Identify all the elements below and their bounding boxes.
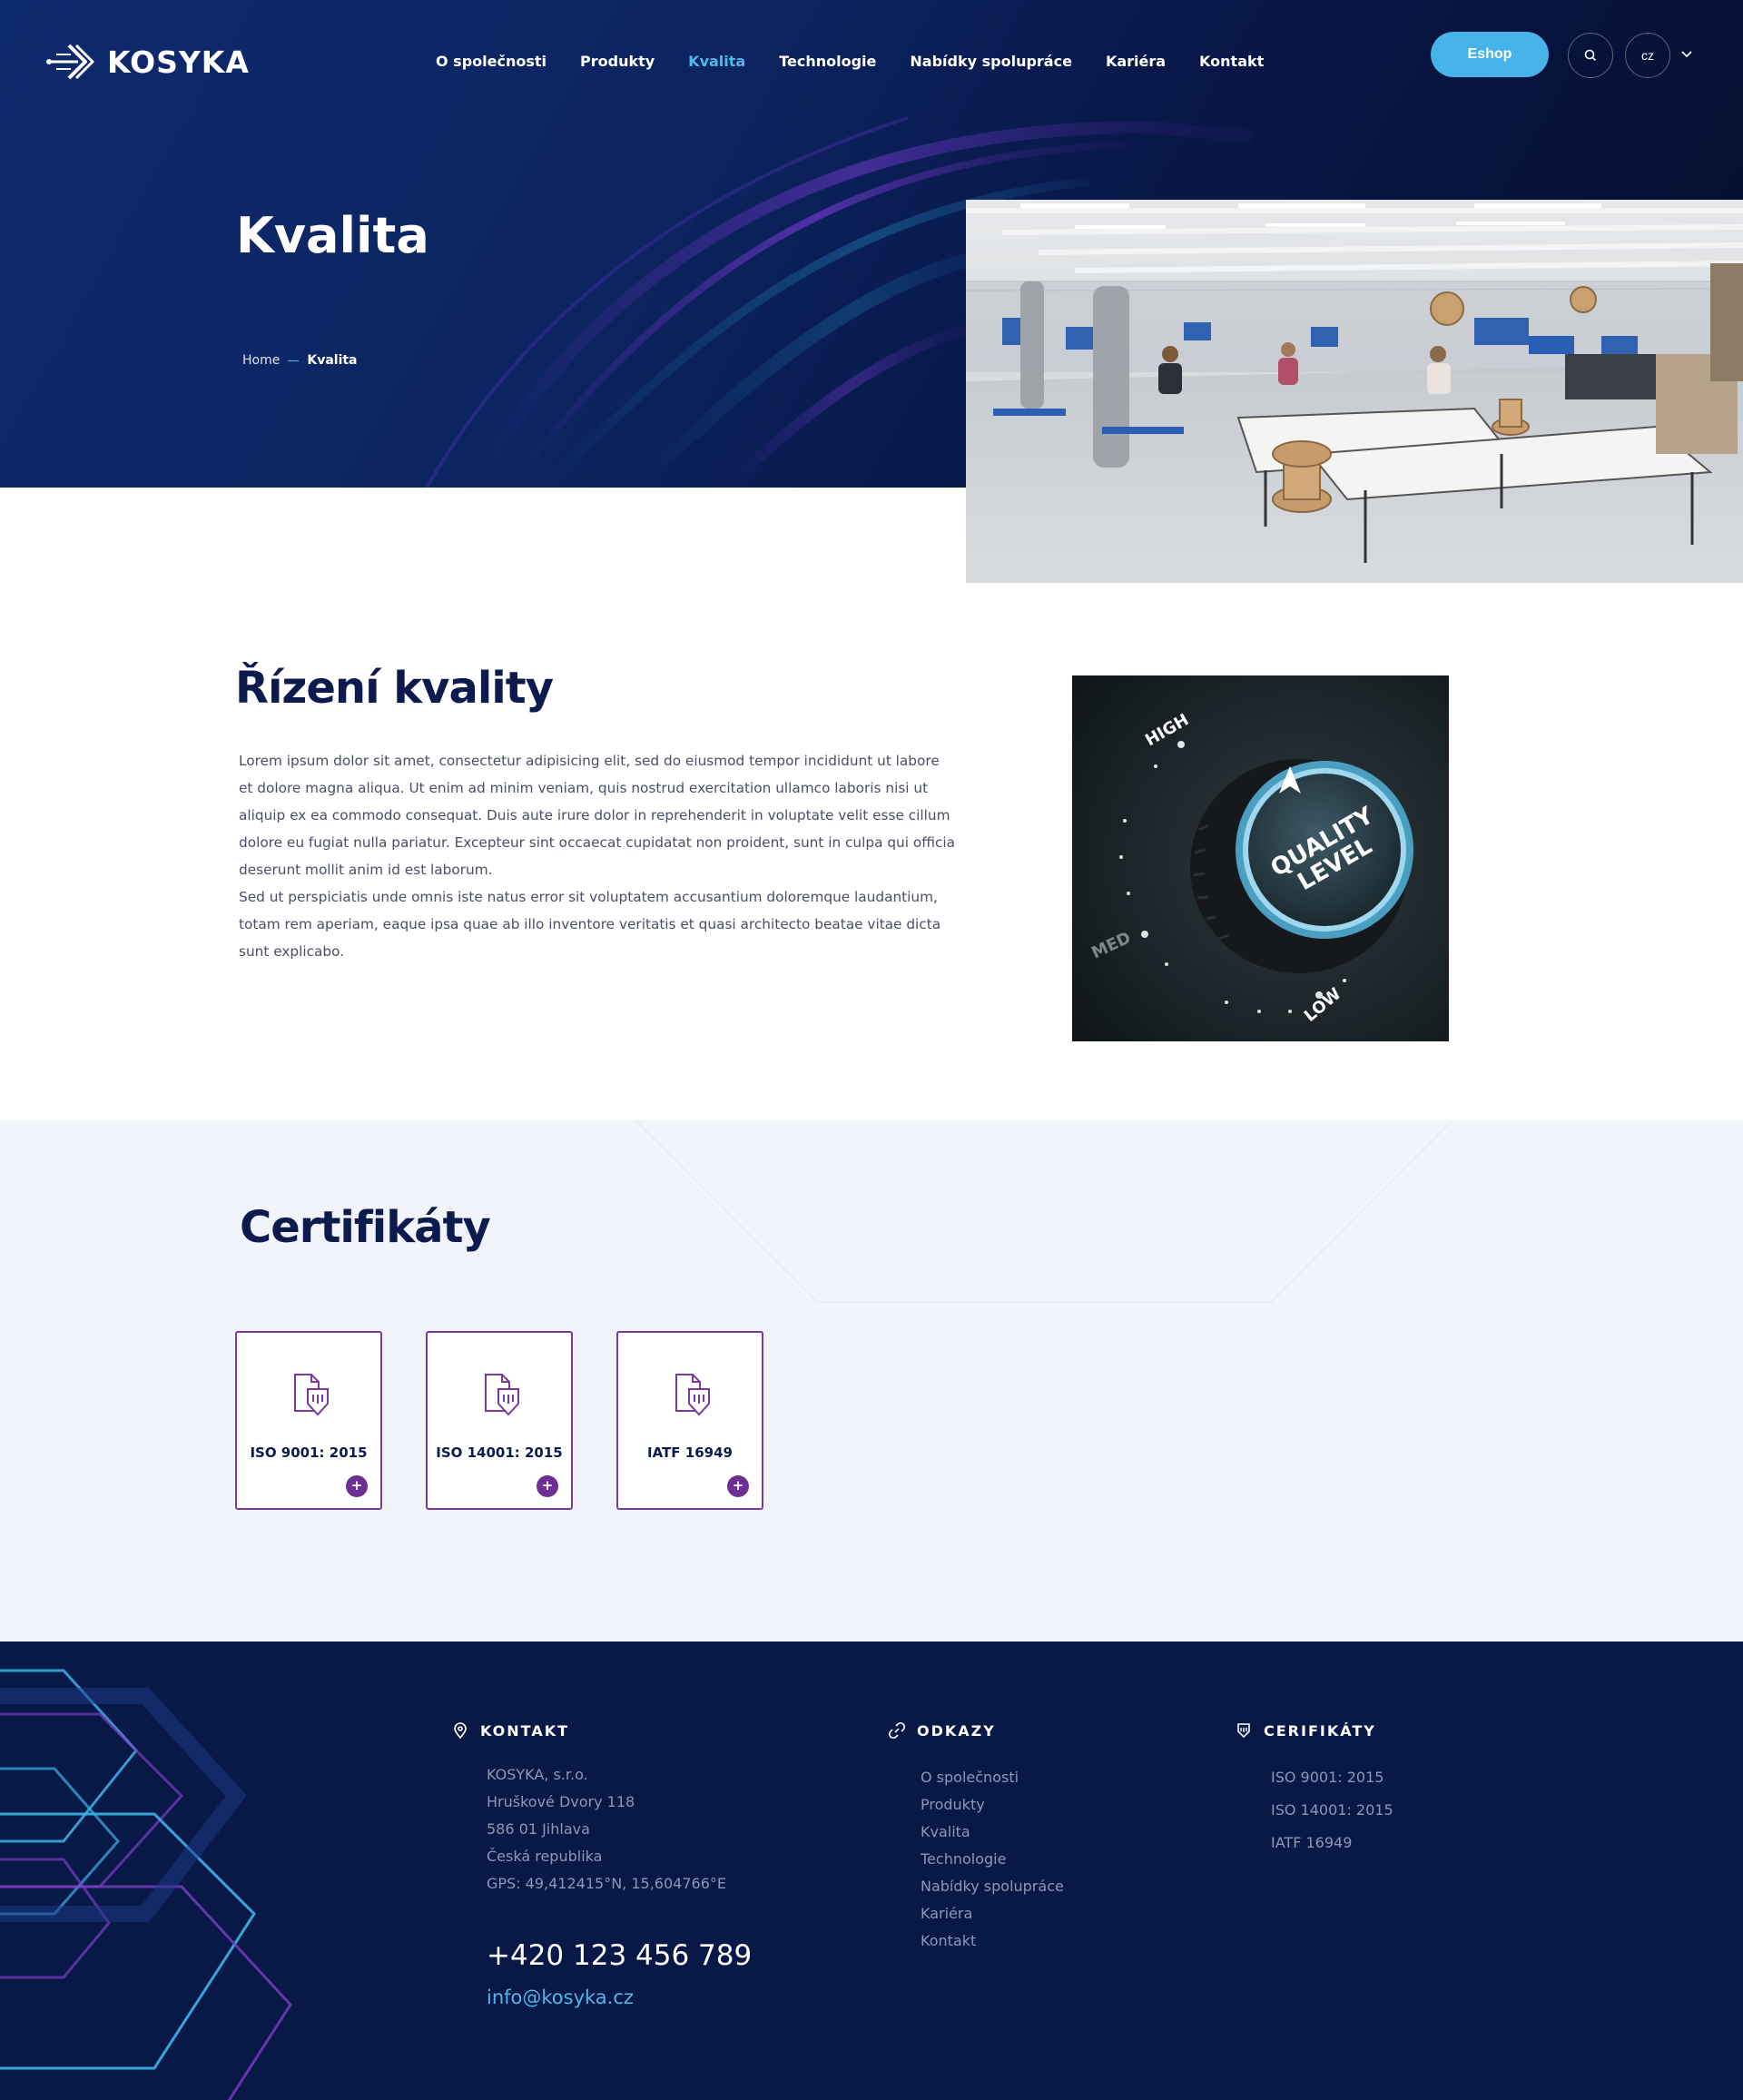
nav-item-kvalita[interactable]: Kvalita: [688, 53, 745, 70]
certificates-title: Certifikáty: [240, 1202, 491, 1253]
breadcrumb-current: Kvalita: [307, 353, 358, 368]
breadcrumb-home-link[interactable]: Home: [242, 353, 280, 368]
site-header: KOSYKA O společnosti Produkty Kvalita Te…: [0, 0, 1743, 118]
quality-text: Lorem ipsum dolor sit amet, consectetur …: [239, 747, 956, 965]
footer-links-list: O společnosti Produkty Kvalita Technolog…: [921, 1764, 1064, 1955]
factory-photo: [966, 200, 1743, 583]
breadcrumb-separator: [288, 360, 300, 361]
footer-certificates-heading-text: CERIFIKÁTY: [1264, 1721, 1376, 1740]
address-line: KOSYKA, s.r.o.: [487, 1766, 588, 1783]
eshop-button[interactable]: Eshop: [1431, 32, 1549, 77]
link-icon: [888, 1721, 906, 1740]
footer-link-nabidky-spoluprace[interactable]: Nabídky spolupráce: [921, 1873, 1064, 1900]
quality-paragraph-2: Sed ut perspiciatis unde omnis iste natu…: [239, 889, 941, 960]
footer-link-o-spolecnosti[interactable]: O společnosti: [921, 1764, 1064, 1791]
document-icon: [485, 1374, 519, 1416]
quality-paragraph-1: Lorem ipsum dolor sit amet, consectetur …: [239, 753, 956, 878]
page-title: Kvalita: [236, 207, 429, 264]
certificates-section: Certifikáty ISO 9001: 2015 + ISO 14001: …: [0, 1120, 1743, 1642]
footer-link-produkty[interactable]: Produkty: [921, 1791, 1064, 1819]
footer-contact-heading: KONTAKT: [451, 1721, 569, 1740]
certificate-label: IATF 16949: [647, 1444, 733, 1461]
plus-icon[interactable]: +: [727, 1475, 749, 1497]
breadcrumb: Home Kvalita: [242, 353, 358, 368]
footer-certificates-list: ISO 9001: 2015 ISO 14001: 2015 IATF 1694…: [1271, 1761, 1393, 1859]
nav-item-kontakt[interactable]: Kontakt: [1199, 53, 1264, 70]
address-line: Česká republika: [487, 1848, 603, 1865]
footer-links-heading-text: ODKAZY: [917, 1721, 996, 1740]
footer-link-kvalita[interactable]: Kvalita: [921, 1819, 1064, 1846]
certificate-label: ISO 9001: 2015: [250, 1444, 368, 1461]
logo-text: KOSYKA: [107, 44, 250, 80]
footer-certificates-heading: CERIFIKÁTY: [1235, 1721, 1376, 1740]
site-footer: KONTAKT KOSYKA, s.r.o. Hruškové Dvory 11…: [0, 1642, 1743, 2100]
quality-title: Řízení kvality: [235, 663, 554, 714]
footer-certificate-link[interactable]: IATF 16949: [1271, 1827, 1393, 1859]
footer-certificate-link[interactable]: ISO 14001: 2015: [1271, 1794, 1393, 1827]
hexagon-lines-decoration: [0, 1669, 292, 2100]
language-selector[interactable]: cz: [1625, 33, 1670, 78]
search-icon: [1584, 49, 1597, 62]
certificate-card-iso-9001[interactable]: ISO 9001: 2015 +: [235, 1331, 382, 1510]
location-pin-icon: [454, 1722, 467, 1740]
certificate-card-iso-14001[interactable]: ISO 14001: 2015 +: [426, 1331, 573, 1510]
footer-links-heading: ODKAZY: [888, 1721, 996, 1740]
nav-item-technologie[interactable]: Technologie: [779, 53, 876, 70]
nav-item-nabidky-spoluprace[interactable]: Nabídky spolupráce: [910, 53, 1072, 70]
plus-icon[interactable]: +: [346, 1475, 368, 1497]
quality-level-knob-photo: QUALITY LEVEL HIGH MED LOW: [1072, 675, 1449, 1041]
footer-link-kontakt[interactable]: Kontakt: [921, 1927, 1064, 1955]
search-button[interactable]: [1568, 33, 1613, 78]
address-line: Hruškové Dvory 118: [487, 1793, 635, 1810]
footer-link-kariera[interactable]: Kariéra: [921, 1900, 1064, 1927]
nav-item-o-spolecnosti[interactable]: O společnosti: [436, 53, 547, 70]
footer-contact-heading-text: KONTAKT: [480, 1721, 570, 1740]
logo-mark-icon: [46, 44, 94, 80]
footer-email-link[interactable]: info@kosyka.cz: [487, 1987, 634, 2008]
certificate-card-iatf-16949[interactable]: IATF 16949 +: [616, 1331, 763, 1510]
certificate-label: ISO 14001: 2015: [436, 1444, 563, 1461]
document-icon: [294, 1374, 329, 1416]
footer-contact-address: KOSYKA, s.r.o. Hruškové Dvory 118 586 01…: [487, 1761, 726, 1898]
plus-icon[interactable]: +: [537, 1475, 558, 1497]
shield-icon: [1237, 1723, 1250, 1739]
footer-link-technologie[interactable]: Technologie: [921, 1846, 1064, 1873]
main-nav: O společnosti Produkty Kvalita Technolog…: [436, 53, 1297, 70]
nav-item-produkty[interactable]: Produkty: [580, 53, 655, 70]
address-line: GPS: 49,412415°N, 15,604766°E: [487, 1875, 726, 1892]
nav-item-kariera[interactable]: Kariéra: [1106, 53, 1166, 70]
address-line: 586 01 Jihlava: [487, 1820, 590, 1838]
kosyka-logo[interactable]: KOSYKA: [45, 42, 250, 82]
footer-phone-link[interactable]: +420 123 456 789: [487, 1939, 752, 1972]
footer-certificate-link[interactable]: ISO 9001: 2015: [1271, 1761, 1393, 1794]
chevron-down-icon[interactable]: [1679, 47, 1694, 62]
document-icon: [675, 1374, 710, 1416]
